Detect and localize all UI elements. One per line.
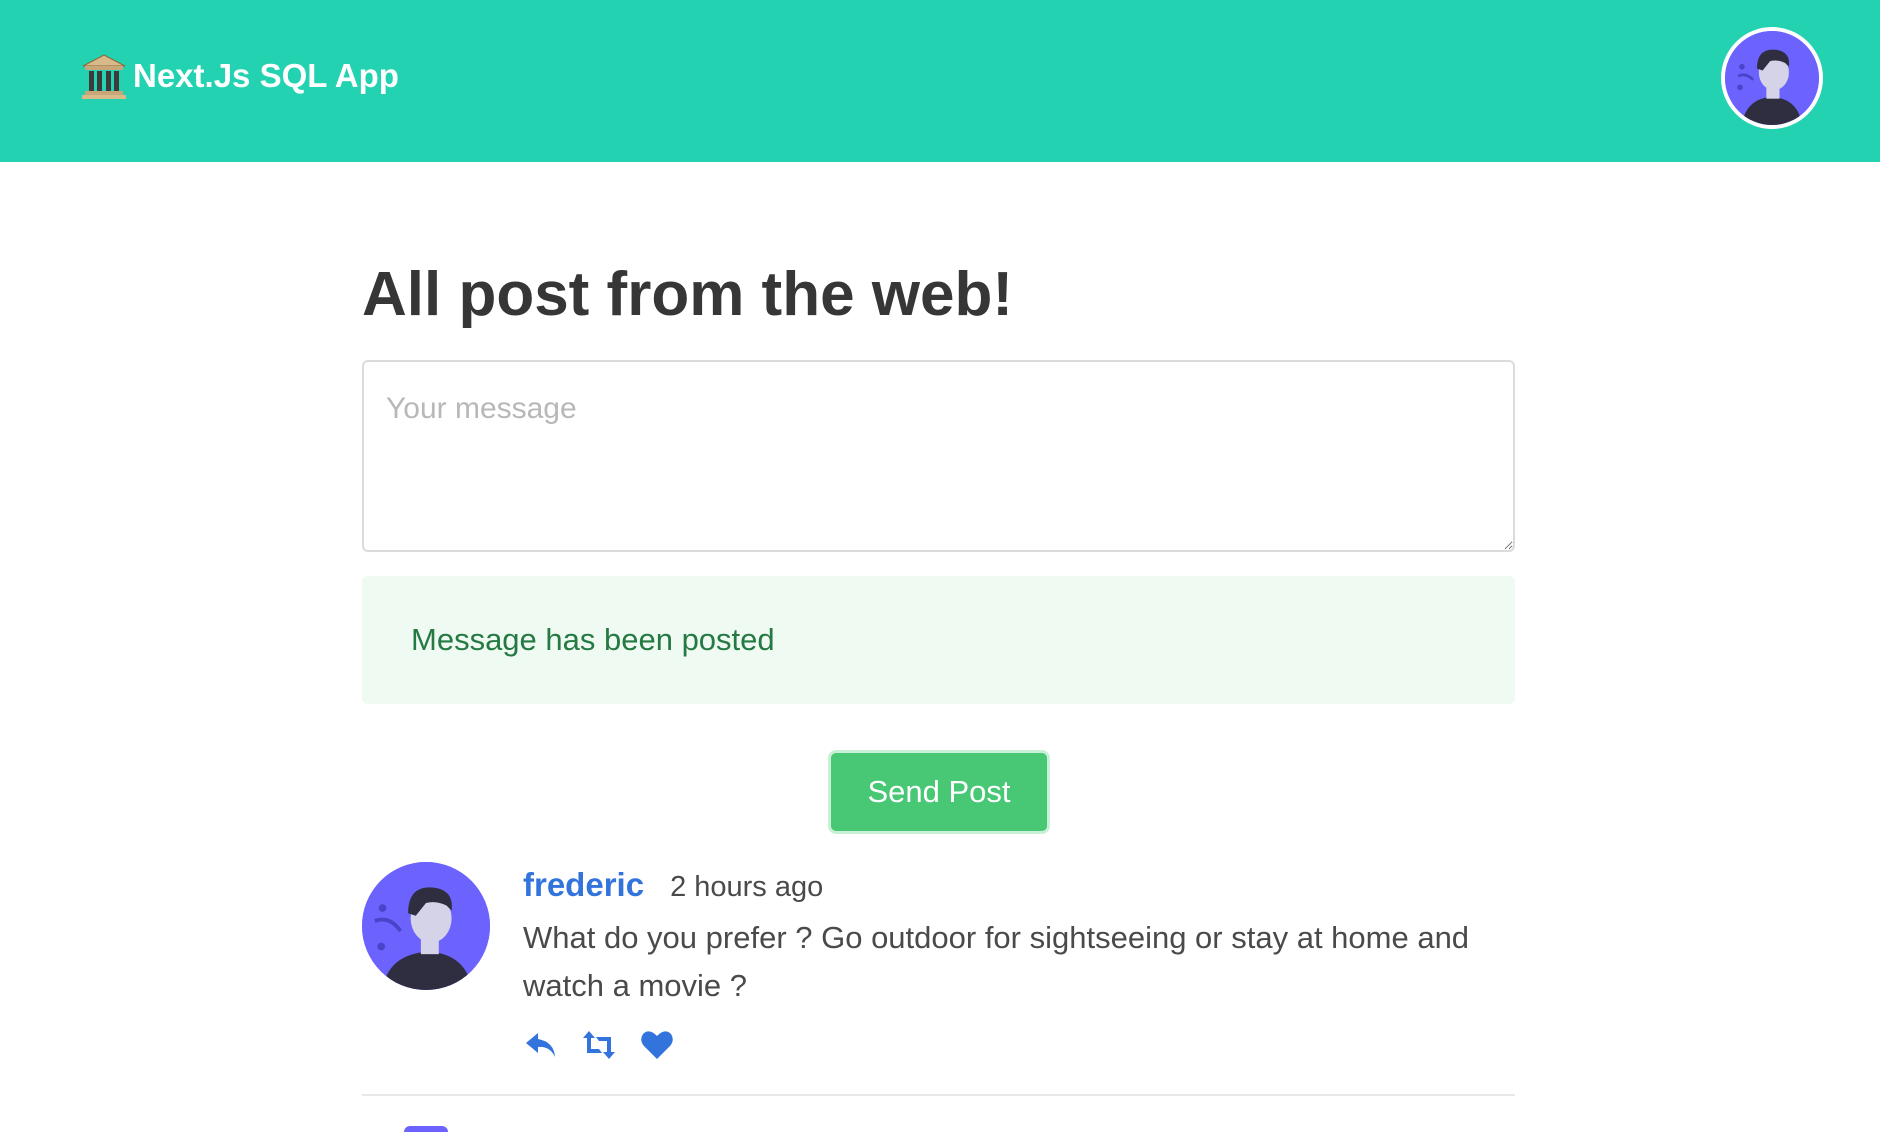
user-avatar-icon[interactable] — [1721, 27, 1823, 129]
brand-title: Next.Js SQL App — [133, 57, 399, 94]
post-divider — [362, 1094, 1515, 1096]
author-avatar-icon[interactable] — [362, 862, 490, 990]
message-input[interactable] — [362, 360, 1515, 552]
post-author-link[interactable]: frederic — [523, 866, 644, 904]
success-notification: Message has been posted — [362, 576, 1515, 704]
page-title: All post from the web! — [362, 260, 1013, 329]
post-meta: frederic 2 hours ago — [523, 866, 1483, 904]
retweet-icon[interactable] — [581, 1028, 617, 1062]
post-content: frederic 2 hours ago What do you prefer … — [523, 866, 1483, 1010]
heart-icon[interactable] — [639, 1028, 675, 1062]
send-post-button[interactable]: Send Post — [828, 750, 1050, 834]
brand-link[interactable]: Next.Js SQL App — [79, 51, 399, 101]
post-timestamp: 2 hours ago — [670, 871, 824, 903]
navbar: Next.Js SQL App — [0, 0, 1880, 162]
post-body: What do you prefer ? Go outdoor for sigh… — [523, 920, 1470, 1003]
notification-text: Message has been posted — [411, 622, 775, 657]
next-post-avatar-icon — [404, 1126, 448, 1132]
post-actions — [523, 1028, 675, 1062]
reply-icon[interactable] — [523, 1028, 559, 1062]
classical-building-icon — [79, 51, 129, 101]
